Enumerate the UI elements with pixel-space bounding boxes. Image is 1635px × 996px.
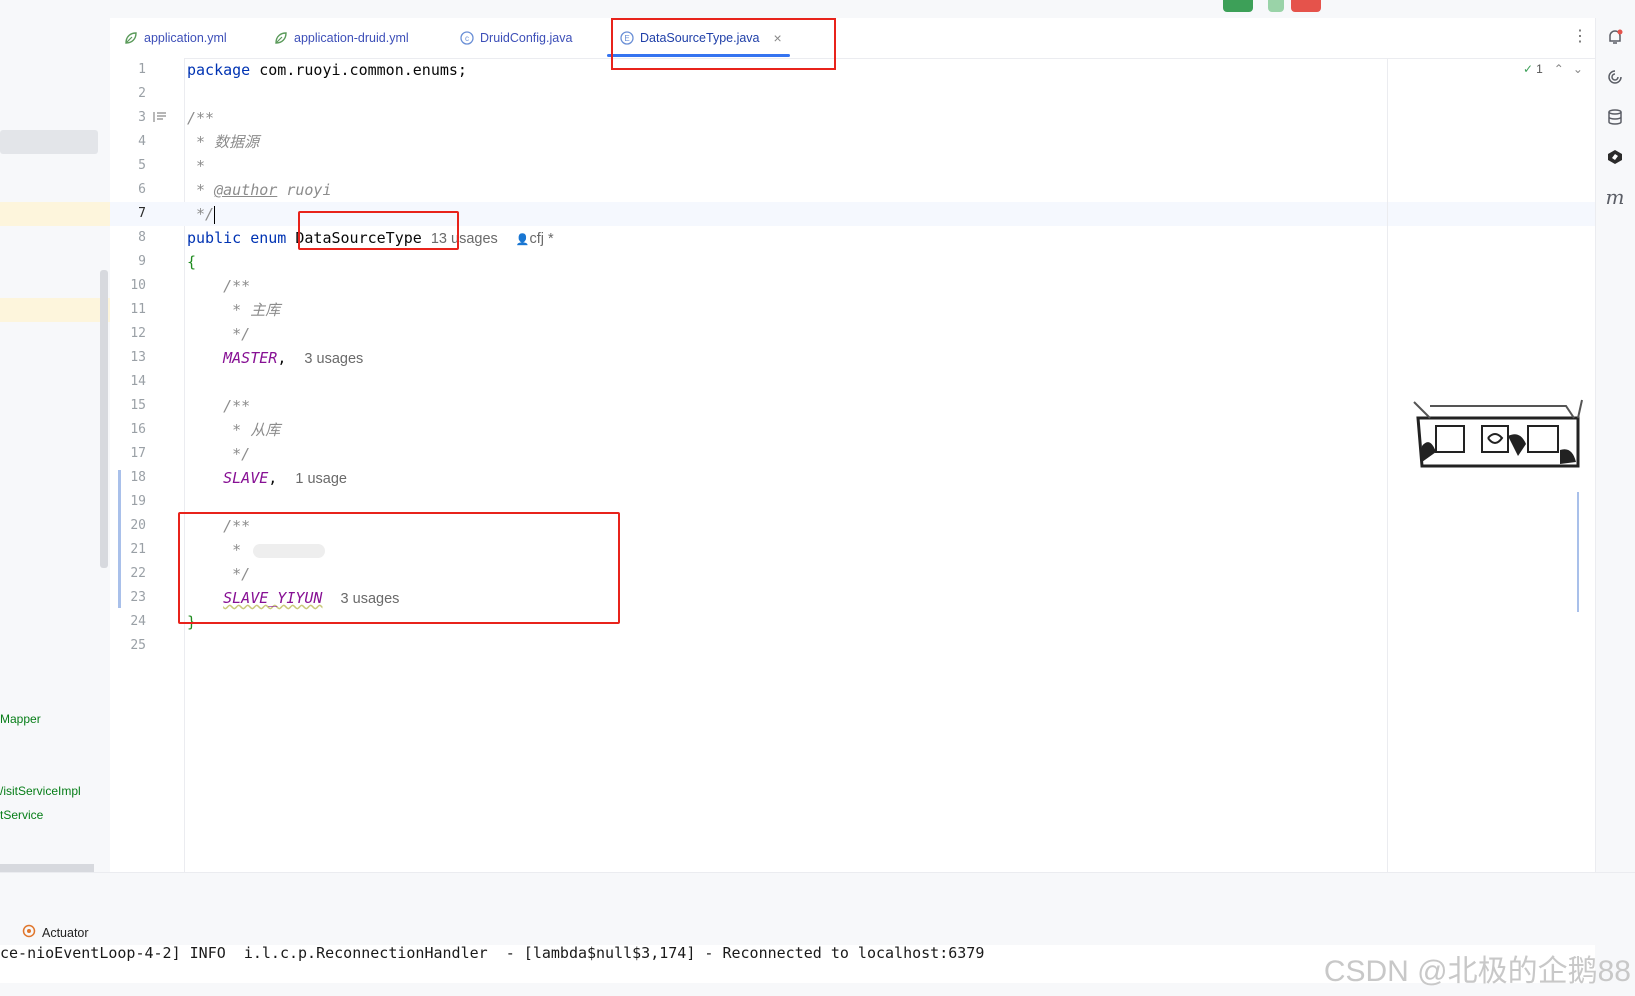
project-modified-row[interactable] — [0, 298, 110, 322]
line-number: 25 — [130, 638, 146, 653]
project-tree-item[interactable]: /isitServiceImpl — [0, 784, 81, 798]
plugin-icon[interactable] — [1604, 146, 1626, 168]
text-cursor — [214, 205, 216, 224]
inspection-count: 1 — [1536, 62, 1543, 76]
line-number: 22 — [130, 566, 146, 581]
actuator-icon — [22, 924, 36, 941]
enum-name-redbox-highlight — [298, 211, 459, 250]
check-icon: ✓ — [1523, 62, 1534, 76]
code-line[interactable]: /** — [187, 106, 214, 130]
line-number: 20 — [130, 518, 146, 533]
tab-redbox-highlight — [611, 18, 836, 70]
actuator-tab[interactable]: Actuator — [22, 924, 89, 941]
yaml-leaf-icon — [274, 31, 288, 45]
code-line[interactable]: * @author ruoyi — [187, 178, 331, 202]
chevron-up-icon[interactable]: ⌃ — [1554, 62, 1564, 76]
project-modified-row[interactable] — [0, 202, 110, 226]
csdn-watermark: CSDN @北极的企鹅88 — [1323, 955, 1631, 988]
code-line[interactable]: * — [187, 154, 205, 178]
debug-icon[interactable] — [1268, 0, 1284, 12]
code-line[interactable]: */ — [187, 322, 250, 346]
doc-rendered-icon[interactable] — [153, 110, 167, 124]
ai-assistant-icon[interactable] — [1604, 66, 1626, 88]
line-number: 18 — [130, 470, 146, 485]
code-line[interactable]: * 数据源 — [187, 130, 259, 154]
code-line[interactable]: MASTER, 3 usages — [187, 346, 363, 370]
code-line[interactable]: { — [187, 250, 196, 274]
code-line[interactable]: * 从库 — [187, 418, 280, 442]
line-number: 13 — [130, 350, 146, 365]
line-number: 4 — [138, 134, 146, 149]
line-number: 8 — [138, 230, 146, 245]
project-scrollbar[interactable] — [100, 270, 108, 568]
line-number: 19 — [130, 494, 146, 509]
line-number: 17 — [130, 446, 146, 461]
code-line[interactable]: SLAVE, 1 usage — [187, 466, 347, 490]
line-number: 6 — [138, 182, 146, 197]
maven-icon[interactable]: m — [1604, 185, 1626, 209]
project-horizontal-scrollbar[interactable] — [0, 864, 94, 872]
line-number: 21 — [130, 542, 146, 557]
line-number: 3 — [138, 110, 146, 125]
author-icon: 👤 — [515, 234, 530, 246]
chevron-down-icon[interactable]: ⌄ — [1573, 62, 1583, 76]
notifications-bell-icon[interactable] — [1604, 26, 1626, 48]
usages-hint[interactable]: 3 usages — [304, 351, 363, 367]
line-number: 16 — [130, 422, 146, 437]
code-line[interactable]: */ — [187, 442, 250, 466]
tab-label: application-druid.yml — [294, 31, 409, 45]
yaml-leaf-icon — [124, 31, 138, 45]
database-icon[interactable] — [1604, 106, 1626, 128]
editor-scrollbar[interactable] — [1577, 492, 1579, 612]
tab-label: application.yml — [144, 31, 227, 45]
code-line[interactable]: */ — [187, 202, 216, 226]
code-line[interactable]: /** — [187, 274, 250, 298]
line-number: 23 — [130, 590, 146, 605]
line-number: 9 — [138, 254, 146, 269]
tab-application-yml[interactable]: application.yml — [124, 18, 227, 58]
run-button[interactable] — [1223, 0, 1253, 12]
line-number: 11 — [130, 302, 146, 317]
line-number: 10 — [130, 278, 146, 293]
more-tabs-icon[interactable]: ⋮ — [1572, 26, 1588, 48]
project-tree-item[interactable]: tService — [0, 808, 43, 822]
box-mascot-illustration — [1410, 396, 1585, 472]
tab-druidconfig-java[interactable]: c DruidConfig.java — [460, 18, 572, 58]
line-number: 14 — [130, 374, 146, 389]
author-hint[interactable]: cfj * — [530, 231, 554, 247]
main-toolbar — [0, 0, 1635, 18]
usages-hint[interactable]: 1 usage — [295, 471, 347, 487]
tab-label: DruidConfig.java — [480, 31, 573, 45]
line-number: 12 — [130, 326, 146, 341]
right-margin-guide — [1387, 58, 1388, 872]
tab-application-druid-yml[interactable]: application-druid.yml — [274, 18, 409, 58]
line-number: 7 — [138, 206, 146, 221]
code-line[interactable]: /** — [187, 394, 250, 418]
project-tree-item[interactable]: Mapper — [0, 712, 41, 726]
project-selected-row[interactable] — [0, 130, 98, 154]
line-number: 15 — [130, 398, 146, 413]
code-line[interactable]: package com.ruoyi.common.enums; — [187, 58, 467, 82]
svg-text:c: c — [465, 34, 469, 43]
line-number: 5 — [138, 158, 146, 173]
actuator-label: Actuator — [42, 925, 89, 940]
code-line[interactable]: * 主库 — [187, 298, 280, 322]
class-icon: c — [460, 31, 474, 45]
inspection-widget[interactable]: ✓ 1 ⌃ ⌄ — [1523, 62, 1583, 76]
line-number: 2 — [138, 86, 146, 101]
line-number: 24 — [130, 614, 146, 629]
slave-yiyun-redbox-highlight — [178, 512, 620, 624]
stop-button[interactable] — [1291, 0, 1321, 12]
line-number: 1 — [138, 62, 146, 77]
